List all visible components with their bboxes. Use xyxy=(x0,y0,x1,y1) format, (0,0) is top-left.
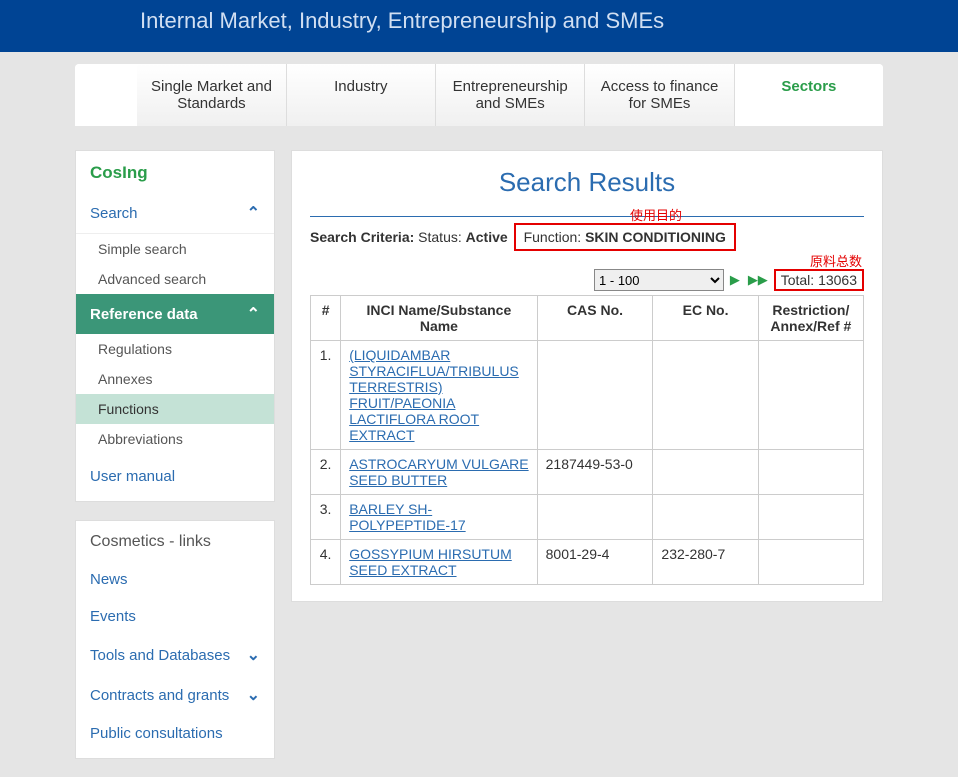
col-inci: INCI Name/Substance Name xyxy=(341,296,537,341)
sidebar: CosIng Search ⌃ Simple search Advanced s… xyxy=(75,150,275,777)
divider xyxy=(310,216,864,217)
row-number: 3. xyxy=(311,495,341,540)
substance-link[interactable]: BARLEY SH-POLYPEPTIDE-17 xyxy=(349,501,465,533)
restriction-cell xyxy=(758,495,863,540)
chevron-up-icon: ⌃ xyxy=(247,304,260,324)
tab-sectors[interactable]: Sectors xyxy=(735,64,883,126)
search-criteria: Search Criteria: Status: Active Function… xyxy=(310,223,864,251)
restriction-cell xyxy=(758,450,863,495)
user-manual-label: User manual xyxy=(90,468,175,485)
criteria-status-value: Active xyxy=(466,229,508,245)
cosing-panel: CosIng Search ⌃ Simple search Advanced s… xyxy=(75,150,275,502)
chevron-down-icon: ⌄ xyxy=(247,685,260,705)
restriction-cell xyxy=(758,341,863,450)
ec-cell xyxy=(653,495,758,540)
criteria-prefix: Search Criteria: xyxy=(310,229,414,245)
tab-single-market[interactable]: Single Market and Standards xyxy=(137,64,286,126)
restriction-cell xyxy=(758,540,863,585)
sidebar-advanced-search[interactable]: Advanced search xyxy=(76,264,274,294)
sidebar-functions[interactable]: Functions xyxy=(76,394,274,424)
row-number: 4. xyxy=(311,540,341,585)
main-tabs: Single Market and Standards Industry Ent… xyxy=(75,64,883,126)
tab-entrepreneurship[interactable]: Entrepreneurship and SMEs xyxy=(436,64,585,126)
sidebar-link-contracts[interactable]: Contracts and grants⌄ xyxy=(76,675,274,715)
table-row: 2. ASTROCARYUM VULGARE SEED BUTTER 21874… xyxy=(311,450,864,495)
pager-next-icon[interactable]: ▶ xyxy=(728,272,742,287)
sidebar-link-events[interactable]: Events xyxy=(76,598,274,635)
col-ec: EC No. xyxy=(653,296,758,341)
sidebar-simple-search[interactable]: Simple search xyxy=(76,234,274,264)
cas-cell: 2187449-53-0 xyxy=(537,450,653,495)
pager-last-icon[interactable]: ▶▶ xyxy=(746,272,770,287)
substance-link[interactable]: (LIQUIDAMBAR STYRACIFLUA/TRIBULUS TERRES… xyxy=(349,347,519,443)
col-restriction: Restriction/ Annex/Ref # xyxy=(758,296,863,341)
substance-link[interactable]: GOSSYPIUM HIRSUTUM SEED EXTRACT xyxy=(349,546,512,578)
main-content: Search Results 使用目的 Search Criteria: Sta… xyxy=(291,150,883,602)
criteria-function-label: Function: xyxy=(524,229,582,245)
sidebar-section-reference[interactable]: Reference data ⌃ xyxy=(76,294,274,334)
ec-cell xyxy=(653,341,758,450)
criteria-function-box: Function: SKIN CONDITIONING xyxy=(514,223,736,251)
ec-cell xyxy=(653,450,758,495)
ec-cell: 232-280-7 xyxy=(653,540,758,585)
sidebar-search-label: Search xyxy=(90,205,138,222)
header-banner: Internal Market, Industry, Entrepreneurs… xyxy=(0,0,958,52)
total-label: Total: xyxy=(781,272,814,288)
tab-access-finance[interactable]: Access to finance for SMEs xyxy=(585,64,734,126)
chevron-down-icon: ⌄ xyxy=(247,645,260,665)
tab-spacer xyxy=(75,64,137,126)
criteria-function-value: SKIN CONDITIONING xyxy=(585,229,726,245)
cosmetics-links-title: Cosmetics - links xyxy=(76,533,274,561)
col-cas: CAS No. xyxy=(537,296,653,341)
site-subtitle: Internal Market, Industry, Entrepreneurs… xyxy=(140,8,958,34)
cosing-title: CosIng xyxy=(76,163,274,193)
sidebar-link-news[interactable]: News xyxy=(76,561,274,598)
results-table: # INCI Name/Substance Name CAS No. EC No… xyxy=(310,295,864,585)
sidebar-link-public-consultations[interactable]: Public consultations xyxy=(76,715,274,752)
table-row: 3. BARLEY SH-POLYPEPTIDE-17 xyxy=(311,495,864,540)
col-num: # xyxy=(311,296,341,341)
table-row: 1. (LIQUIDAMBAR STYRACIFLUA/TRIBULUS TER… xyxy=(311,341,864,450)
sidebar-reference-label: Reference data xyxy=(90,306,198,323)
table-header-row: # INCI Name/Substance Name CAS No. EC No… xyxy=(311,296,864,341)
row-number: 2. xyxy=(311,450,341,495)
sidebar-link-tools[interactable]: Tools and Databases⌄ xyxy=(76,635,274,675)
sidebar-section-search[interactable]: Search ⌃ xyxy=(76,193,274,234)
annotation-purpose: 使用目的 xyxy=(630,205,682,224)
sidebar-regulations[interactable]: Regulations xyxy=(76,334,274,364)
criteria-status-label: Status: xyxy=(418,229,462,245)
substance-link[interactable]: ASTROCARYUM VULGARE SEED BUTTER xyxy=(349,456,528,488)
cosmetics-links-panel: Cosmetics - links News Events Tools and … xyxy=(75,520,275,759)
cas-cell xyxy=(537,341,653,450)
chevron-up-icon: ⌃ xyxy=(247,203,260,223)
page-range-select[interactable]: 1 - 100 xyxy=(594,269,724,291)
total-value: 13063 xyxy=(818,272,857,288)
total-box: Total: 13063 xyxy=(774,269,864,291)
annotation-total: 原料总数 xyxy=(810,251,862,270)
cas-cell: 8001-29-4 xyxy=(537,540,653,585)
sidebar-user-manual[interactable]: User manual xyxy=(76,454,274,495)
cas-cell xyxy=(537,495,653,540)
page-title: Search Results xyxy=(310,167,864,198)
table-row: 4. GOSSYPIUM HIRSUTUM SEED EXTRACT 8001-… xyxy=(311,540,864,585)
sidebar-abbreviations[interactable]: Abbreviations xyxy=(76,424,274,454)
sidebar-annexes[interactable]: Annexes xyxy=(76,364,274,394)
row-number: 1. xyxy=(311,341,341,450)
tab-industry[interactable]: Industry xyxy=(287,64,436,126)
